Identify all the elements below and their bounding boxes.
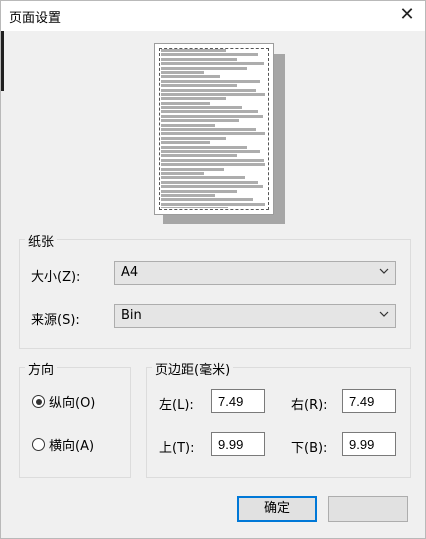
- preview-line: [161, 97, 226, 101]
- preview-line: [161, 110, 259, 114]
- preview-line: [161, 49, 226, 52]
- paper-group-label: 纸张: [25, 231, 58, 250]
- preview-text-lines: [161, 49, 269, 208]
- margins-group: [146, 367, 411, 478]
- preview-line: [161, 106, 242, 110]
- preview-line: [161, 132, 265, 136]
- preview-line: [161, 136, 226, 140]
- preview-line: [161, 75, 221, 79]
- preview-line: [161, 53, 259, 57]
- close-icon[interactable]: ✕: [395, 4, 419, 26]
- right-margin-label: 右(R):: [291, 398, 328, 413]
- paper-size-label: 大小(Z):: [31, 270, 81, 285]
- preview-line: [161, 193, 215, 197]
- orientation-group-label: 方向: [25, 359, 58, 378]
- page-preview: [154, 43, 274, 215]
- preview-line: [161, 128, 257, 132]
- preview-line: [161, 198, 253, 202]
- preview-line: [161, 62, 264, 66]
- paper-source-select[interactable]: Bin: [114, 304, 396, 328]
- paper-source-label: 来源(S):: [31, 313, 80, 328]
- top-margin-input[interactable]: [211, 432, 265, 456]
- preview-line: [161, 57, 237, 61]
- preview-line: [161, 119, 239, 123]
- preview-line: [161, 167, 224, 171]
- preview-line: [161, 171, 205, 175]
- landscape-option[interactable]: 横向(A): [32, 435, 94, 454]
- orientation-group: [19, 367, 131, 478]
- bottom-margin-input[interactable]: [342, 432, 396, 456]
- window-title: 页面设置: [9, 11, 62, 26]
- preview-line: [161, 163, 265, 167]
- cancel-button[interactable]: [328, 496, 408, 522]
- landscape-radio[interactable]: [32, 438, 45, 451]
- paper-size-value: A4: [121, 265, 139, 280]
- preview-line: [161, 141, 210, 145]
- portrait-label: 纵向(O): [49, 396, 96, 411]
- paper-source-value: Bin: [121, 308, 142, 323]
- right-margin-input[interactable]: [342, 389, 396, 413]
- preview-line: [161, 84, 237, 88]
- preview-line: [161, 180, 259, 184]
- preview-line: [161, 176, 246, 180]
- preview-line: [161, 185, 263, 189]
- paper-group: [19, 239, 411, 349]
- preview-line: [161, 70, 205, 74]
- portrait-radio[interactable]: [32, 395, 45, 408]
- ok-button[interactable]: 确定: [237, 496, 317, 522]
- preview-line: [161, 66, 248, 70]
- preview-line: [161, 149, 261, 153]
- left-margin-input[interactable]: [211, 389, 265, 413]
- title-bar: 页面设置 ✕: [1, 1, 425, 31]
- portrait-option[interactable]: 纵向(O): [32, 392, 95, 411]
- paper-size-select[interactable]: A4: [114, 261, 396, 285]
- preview-line: [161, 207, 228, 208]
- top-margin-label: 上(T):: [159, 441, 195, 456]
- preview-line: [161, 88, 257, 92]
- left-margin-label: 左(L):: [159, 398, 194, 413]
- preview-line: [161, 145, 248, 149]
- preview-line: [161, 123, 215, 127]
- page-setup-dialog: 页面设置 ✕ 纸张 大小(Z): A4 来源(S): Bin 方向 纵向(O) …: [0, 0, 426, 539]
- preview-line: [161, 79, 261, 83]
- preview-line: [161, 202, 265, 206]
- background-window-edge: [1, 31, 4, 91]
- preview-line: [161, 158, 264, 162]
- preview-line: [161, 101, 210, 105]
- chevron-down-icon: [379, 268, 389, 274]
- margins-group-label: 页边距(毫米): [152, 359, 234, 378]
- landscape-label: 横向(A): [49, 439, 95, 454]
- preview-line: [161, 154, 237, 158]
- bottom-margin-label: 下(B):: [291, 441, 328, 456]
- preview-line: [161, 92, 265, 96]
- preview-line: [161, 189, 237, 193]
- preview-line: [161, 114, 263, 118]
- chevron-down-icon: [379, 311, 389, 317]
